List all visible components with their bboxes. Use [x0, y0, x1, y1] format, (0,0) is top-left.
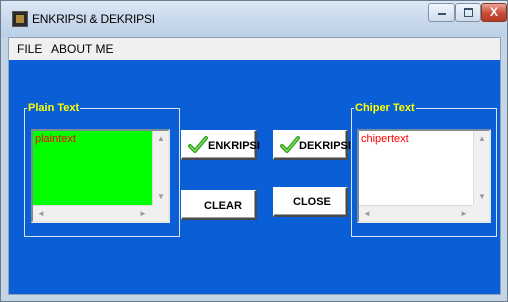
decrypt-button-label: DEKRIPSI	[299, 140, 351, 152]
scroll-down-icon[interactable]: ▼	[478, 193, 486, 201]
menu-file[interactable]: FILE	[17, 42, 42, 56]
chiper-text-hscrollbar[interactable]: ◄ ►	[359, 205, 473, 221]
scroll-right-icon[interactable]: ►	[139, 210, 147, 218]
scroll-up-icon[interactable]: ▲	[157, 135, 165, 143]
client-area: FILE ABOUT ME Plain Text plaintext ▲ ▼ ◄…	[8, 37, 501, 295]
menu-about-me[interactable]: ABOUT ME	[51, 42, 113, 56]
clear-button-label: CLEAR	[204, 200, 242, 212]
scroll-left-icon[interactable]: ◄	[37, 210, 45, 218]
clear-button[interactable]: CLEAR	[181, 190, 257, 220]
chiper-text-vscrollbar[interactable]: ▲ ▼	[473, 131, 489, 207]
checkmark-icon	[280, 136, 300, 153]
maximize-icon	[463, 8, 473, 17]
chiper-text-group-label: Chiper Text	[354, 101, 416, 115]
scroll-left-icon[interactable]: ◄	[363, 210, 371, 218]
chiper-text-value: chipertext	[361, 133, 409, 145]
scroll-right-icon[interactable]: ►	[460, 210, 468, 218]
main-panel: Plain Text plaintext ▲ ▼ ◄ ► Chiper Text…	[9, 60, 500, 294]
checkmark-icon	[188, 136, 208, 153]
scroll-corner	[473, 205, 489, 221]
scroll-corner	[152, 205, 168, 221]
plain-text-value: plaintext	[35, 133, 76, 145]
app-window: ENKRIPSI & DEKRIPSI X FILE ABOUT ME Plai…	[0, 0, 508, 302]
close-button[interactable]: CLOSE	[273, 187, 348, 217]
minimize-icon	[437, 13, 446, 15]
close-icon: X	[489, 5, 498, 19]
app-icon	[12, 11, 28, 27]
scroll-down-icon[interactable]: ▼	[157, 193, 165, 201]
decrypt-button[interactable]: DEKRIPSI	[273, 130, 351, 160]
window-title: ENKRIPSI & DEKRIPSI	[32, 12, 155, 26]
close-window-button[interactable]: X	[481, 3, 507, 22]
encrypt-button[interactable]: ENKRIPSI	[181, 130, 260, 160]
title-bar[interactable]: ENKRIPSI & DEKRIPSI X	[1, 1, 507, 37]
minimize-button[interactable]	[428, 3, 455, 22]
plain-text-hscrollbar[interactable]: ◄ ►	[33, 205, 152, 221]
chiper-text-group: Chiper Text chipertext ▲ ▼ ◄ ►	[351, 101, 497, 237]
encrypt-button-label: ENKRIPSI	[208, 140, 260, 152]
scroll-up-icon[interactable]: ▲	[478, 135, 486, 143]
menu-bar: FILE ABOUT ME	[9, 38, 500, 61]
plain-text-input[interactable]: plaintext ▲ ▼ ◄ ►	[31, 129, 170, 223]
plain-text-group-label: Plain Text	[27, 101, 81, 115]
maximize-button[interactable]	[455, 3, 481, 22]
close-button-label: CLOSE	[293, 196, 331, 208]
chiper-text-input[interactable]: chipertext ▲ ▼ ◄ ►	[357, 129, 491, 223]
plain-text-vscrollbar[interactable]: ▲ ▼	[152, 131, 168, 207]
plain-text-group: Plain Text plaintext ▲ ▼ ◄ ►	[24, 101, 180, 237]
